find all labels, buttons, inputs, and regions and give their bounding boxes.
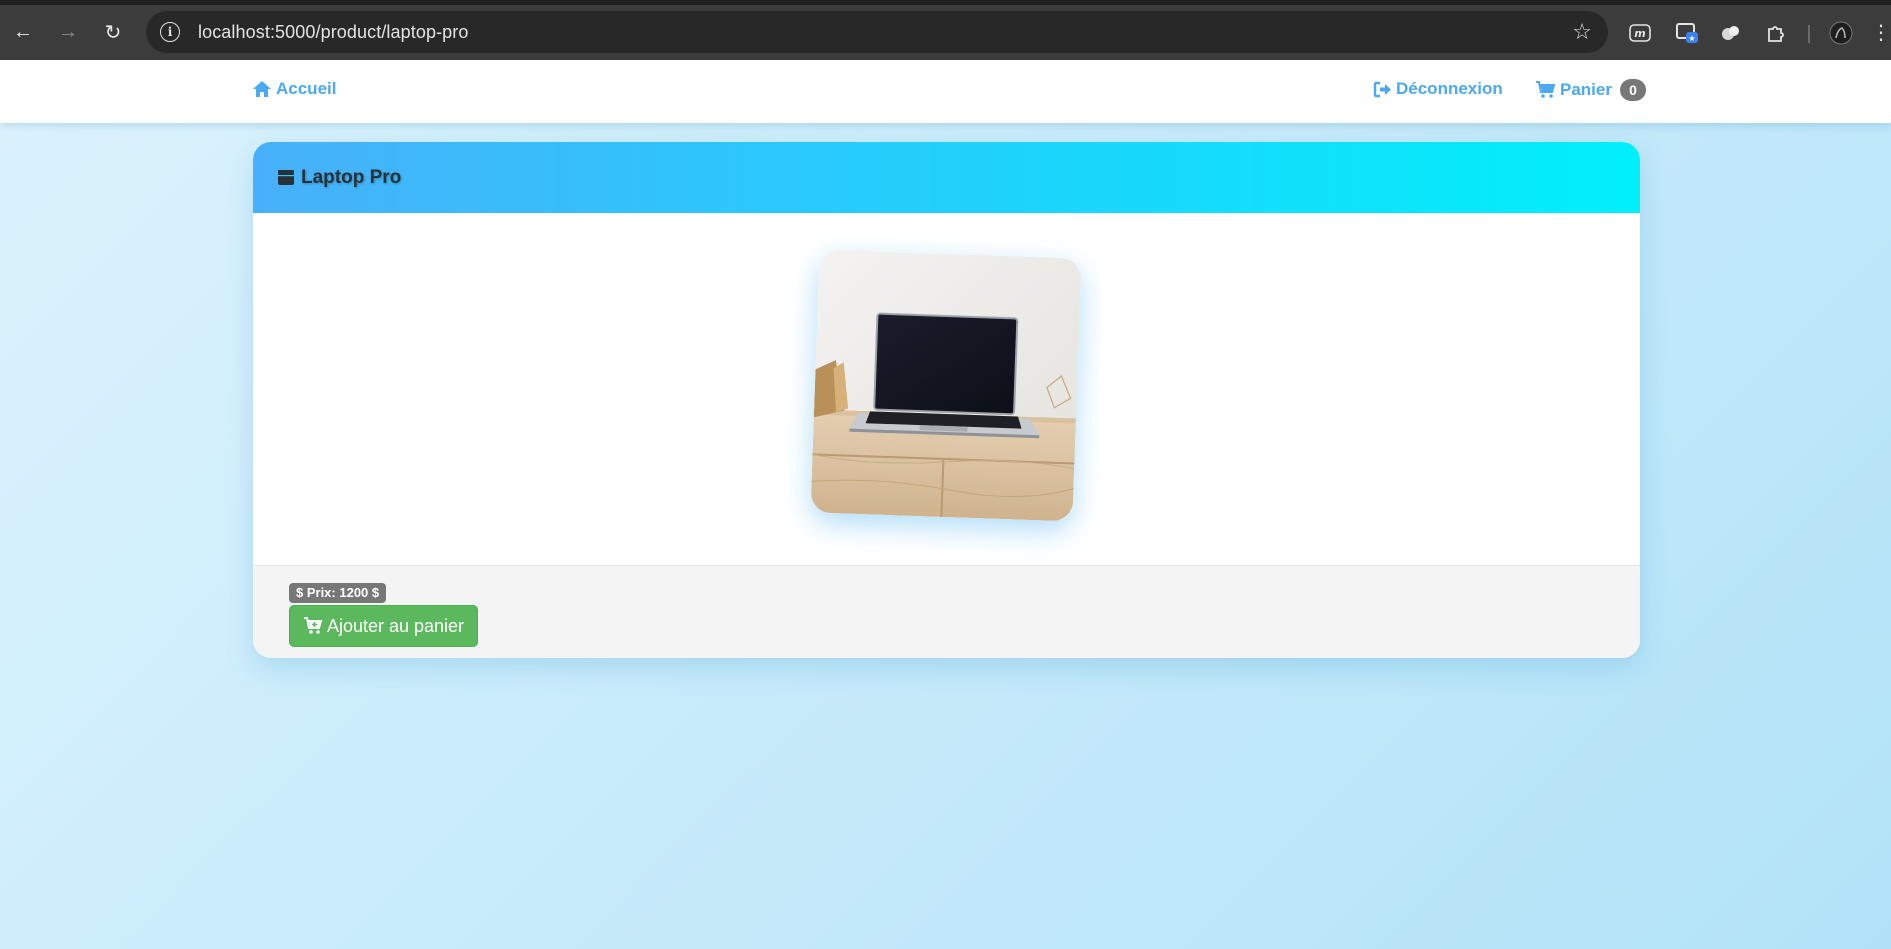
arrow-right-icon: → (58, 20, 78, 43)
address-bar[interactable]: i localhost:5000/product/laptop-pro ☆ (146, 11, 1608, 53)
add-to-cart-label: Ajouter au panier (326, 615, 465, 636)
laptop-photo (810, 249, 1082, 522)
price-badge: $ Prix: 1200 $ (289, 583, 387, 603)
cart-link[interactable]: Panier 0 (1535, 79, 1646, 101)
cart-link-label: Panier (1560, 80, 1612, 99)
product-title: Laptop Pro (301, 166, 402, 188)
cart-plus-icon (303, 617, 323, 634)
product-card: Laptop Pro $ Prix: 1200 $ Ajouter au pan… (253, 142, 1640, 658)
url-text[interactable]: localhost:5000/product/laptop-pro (198, 22, 468, 43)
picture-in-picture-icon[interactable]: ★ (1675, 21, 1699, 45)
cart-count-badge: 0 (1619, 79, 1646, 101)
svg-text:★: ★ (1688, 34, 1695, 43)
shopping-cart-icon (1536, 81, 1556, 98)
home-icon (253, 81, 271, 97)
gift-box-icon (278, 170, 294, 185)
navbar: Accueil Déconnexion Panier 0 (0, 60, 1891, 123)
product-card-footer: $ Prix: 1200 $ Ajouter au panier (253, 566, 1640, 658)
site-info-icon[interactable]: i (160, 22, 180, 42)
reload-icon: ↻ (104, 21, 122, 44)
sign-out-icon (1373, 81, 1391, 97)
menu-icon[interactable]: ⋮ (1871, 21, 1891, 45)
logout-link-label: Déconnexion (1396, 79, 1503, 98)
forward-button[interactable]: → (53, 17, 83, 47)
star-icon[interactable]: ☆ (1572, 19, 1592, 45)
product-image (810, 249, 1082, 522)
add-to-cart-button[interactable]: Ajouter au panier (289, 605, 478, 647)
browser-toolbar: ← → ↻ i localhost:5000/product/laptop-pr… (0, 0, 1891, 60)
logout-link[interactable]: Déconnexion (1373, 79, 1503, 99)
home-link-label: Accueil (276, 79, 337, 98)
product-card-header: Laptop Pro (253, 142, 1640, 213)
reload-button[interactable]: ↻ (98, 17, 128, 47)
home-link[interactable]: Accueil (252, 79, 336, 99)
back-button[interactable]: ← (8, 17, 38, 47)
svg-text:m: m (1634, 27, 1645, 40)
extension-bubbles-icon[interactable] (1719, 21, 1743, 45)
puzzle-icon[interactable] (1764, 21, 1788, 45)
extension-m-icon[interactable]: m (1628, 21, 1652, 45)
profile-avatar-icon[interactable] (1829, 21, 1853, 45)
toolbar-divider (1808, 25, 1810, 43)
arrow-left-icon: ← (13, 20, 33, 43)
product-card-body (253, 213, 1640, 566)
page-background: Accueil Déconnexion Panier 0 Laptop Pro (0, 60, 1891, 949)
